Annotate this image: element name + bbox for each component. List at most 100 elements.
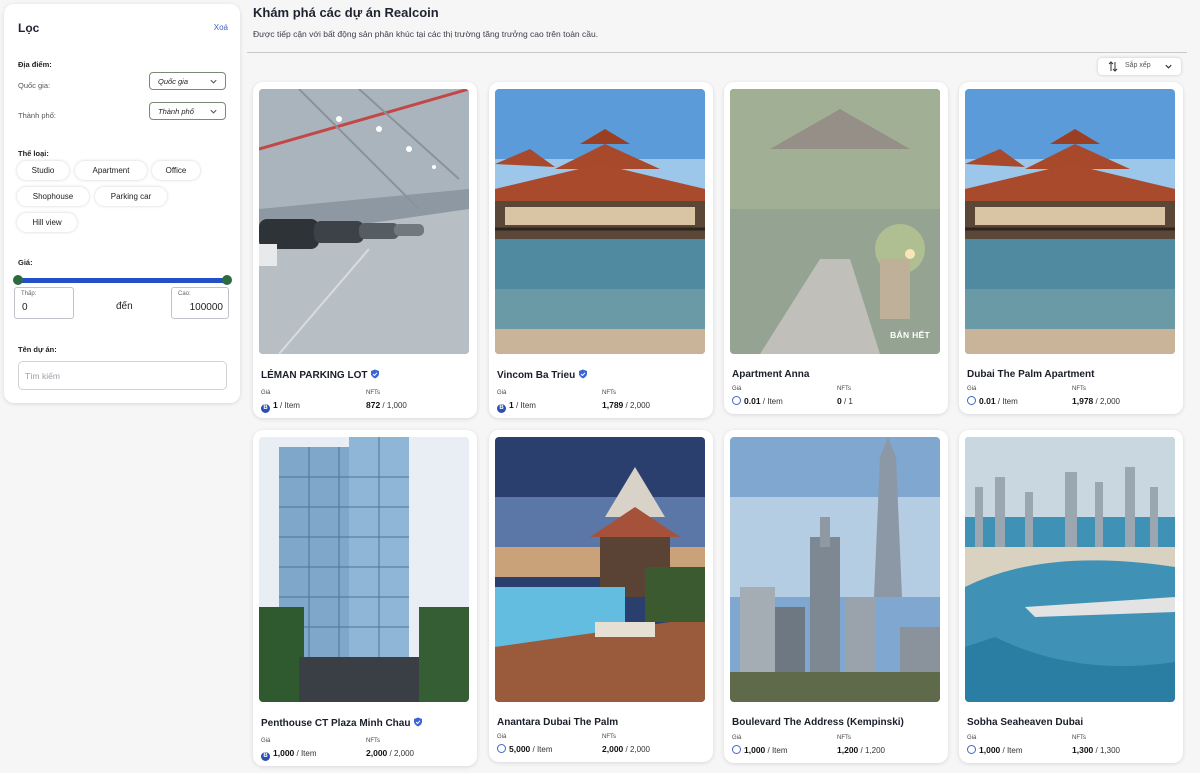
project-card[interactable]: Sobha Seaheaven Dubai Giá NFTs 1,000 / I… [959,430,1183,763]
price-value: 5,000 / Item [497,744,553,754]
category-chip-parking-car[interactable]: Parking car [95,187,167,206]
city-select[interactable]: Thành phố [149,102,226,120]
category-chip-apartment[interactable]: Apartment [75,161,147,180]
price-value: B 1,000 / Item [261,748,317,761]
price-min-handle[interactable] [13,275,23,285]
sort-button[interactable]: Sắp xếp [1098,58,1181,75]
price-caption: Giá [261,390,271,396]
chevron-down-icon [210,109,217,114]
category-chip-office[interactable]: Office [152,161,200,180]
nfts-value: 872 / 1,000 [366,400,407,410]
coin-b-icon: B [261,752,270,761]
project-card[interactable]: Anantara Dubai The Palm Giá NFTs 5,000 /… [489,430,713,762]
project-card[interactable]: LÉMAN PARKING LOT Giá NFTs B1 / Item 872… [253,82,477,418]
price-caption: Giá [967,735,977,741]
nfts-value: 0 / 1 [837,396,853,406]
price-max-caption: Cao: [178,291,191,297]
price-range-track[interactable] [17,278,227,283]
nfts-caption: NFTs [1072,735,1086,741]
project-name: Anantara Dubai The Palm [497,717,619,728]
country-select[interactable]: Quốc gia [149,72,226,90]
project-card[interactable]: BÁN HẾT Apartment Anna Giá NFTs 0.01 / I… [724,82,948,414]
filter-title: Lọc [18,21,40,35]
project-image [495,89,705,354]
filter-panel: Lọc Xoá Địa điểm: Quốc gia: Quốc gia Thà… [4,4,240,403]
project-search-input[interactable]: Tìm kiếm [18,361,227,390]
price-caption: Giá [261,738,271,744]
project-image [965,437,1175,702]
nfts-value: 1,300 / 1,300 [1072,745,1120,755]
nfts-caption: NFTs [837,386,851,392]
coin-b-icon: B [497,404,506,413]
project-name: Dubai The Palm Apartment [967,369,1095,380]
category-chip-studio[interactable]: Studio [17,161,69,180]
price-min-caption: Thấp: [21,291,37,297]
sort-icon [1108,61,1118,72]
chevron-down-icon [210,79,217,84]
price-value: B1 / Item [497,400,536,413]
project-image [730,437,940,702]
project-card[interactable]: Vincom Ba Trieu Giá NFTs B1 / Item 1,789… [489,82,713,418]
price-caption: Giá [732,735,742,741]
project-image [259,437,469,702]
project-name: Vincom Ba Trieu [497,369,588,381]
price-value: 0.01 / Item [732,396,783,406]
page-subtitle: Được tiếp cận với bất động sản phân khúc… [253,29,599,39]
project-card[interactable]: Boulevard The Address (Kempinski) Giá NF… [724,430,948,763]
verified-badge-icon [414,717,423,727]
coin-c-icon [967,396,976,405]
clear-filter-link[interactable]: Xoá [214,23,228,32]
price-value: 0.01 / Item [967,396,1018,406]
nfts-caption: NFTs [1072,386,1086,392]
sold-out-badge: BÁN HẾT [890,330,930,340]
nfts-value: 2,000 / 2,000 [602,744,650,754]
price-label: Giá: [18,258,33,267]
price-min-value: 0 [22,302,28,313]
location-label: Địa điểm: [18,60,52,69]
coin-b-icon: B [261,404,270,413]
price-max-handle[interactable] [222,275,232,285]
verified-badge-icon [579,369,588,379]
nfts-caption: NFTs [602,390,616,396]
nfts-caption: NFTs [602,734,616,740]
price-max-input[interactable]: Cao: 100000 [171,287,229,319]
project-name: Sobha Seaheaven Dubai [967,717,1084,728]
coin-c-icon [732,745,741,754]
price-caption: Giá [497,390,507,396]
coin-c-icon [497,744,506,753]
city-select-value: Thành phố [158,107,194,116]
project-image [259,89,469,354]
project-card[interactable]: Penthouse CT Plaza Minh Chau Giá NFTs B1… [253,430,477,766]
nfts-caption: NFTs [366,738,380,744]
project-name: Boulevard The Address (Kempinski) [732,717,904,728]
project-image: BÁN HẾT [730,89,940,354]
price-caption: Giá [497,734,507,740]
nfts-caption: NFTs [837,735,851,741]
project-name-label: Tên dự án: [18,345,57,354]
verified-badge-icon [371,369,380,379]
city-label: Thành phố: [18,111,56,120]
chevron-down-icon [1165,64,1172,69]
price-min-input[interactable]: Thấp: 0 [14,287,74,319]
page-title: Khám phá các dự án Realcoin [253,5,439,20]
price-value: 1,000 / Item [967,745,1023,755]
category-chip-hill-view[interactable]: Hill view [17,213,77,232]
nfts-value: 1,200 / 1,200 [837,745,885,755]
price-caption: Giá [967,386,977,392]
country-select-value: Quốc gia [158,77,189,86]
category-label: Thể loại: [18,149,49,158]
project-name: Apartment Anna [732,369,810,380]
sort-label: Sắp xếp [1125,62,1151,69]
price-to-label: đến [116,301,133,312]
header-divider [247,52,1187,53]
country-label: Quốc gia: [18,81,51,90]
price-value: B1 / Item [261,400,300,413]
nfts-caption: NFTs [366,390,380,396]
category-chip-shophouse[interactable]: Shophouse [17,187,89,206]
project-name: LÉMAN PARKING LOT [261,369,380,381]
project-card[interactable]: Dubai The Palm Apartment Giá NFTs 0.01 /… [959,82,1183,414]
nfts-value: 2,000 / 2,000 [366,748,414,758]
nfts-value: 1,789 / 2,000 [602,400,650,410]
nfts-value: 1,978 / 2,000 [1072,396,1120,406]
project-name: Penthouse CT Plaza Minh Chau [261,717,423,729]
